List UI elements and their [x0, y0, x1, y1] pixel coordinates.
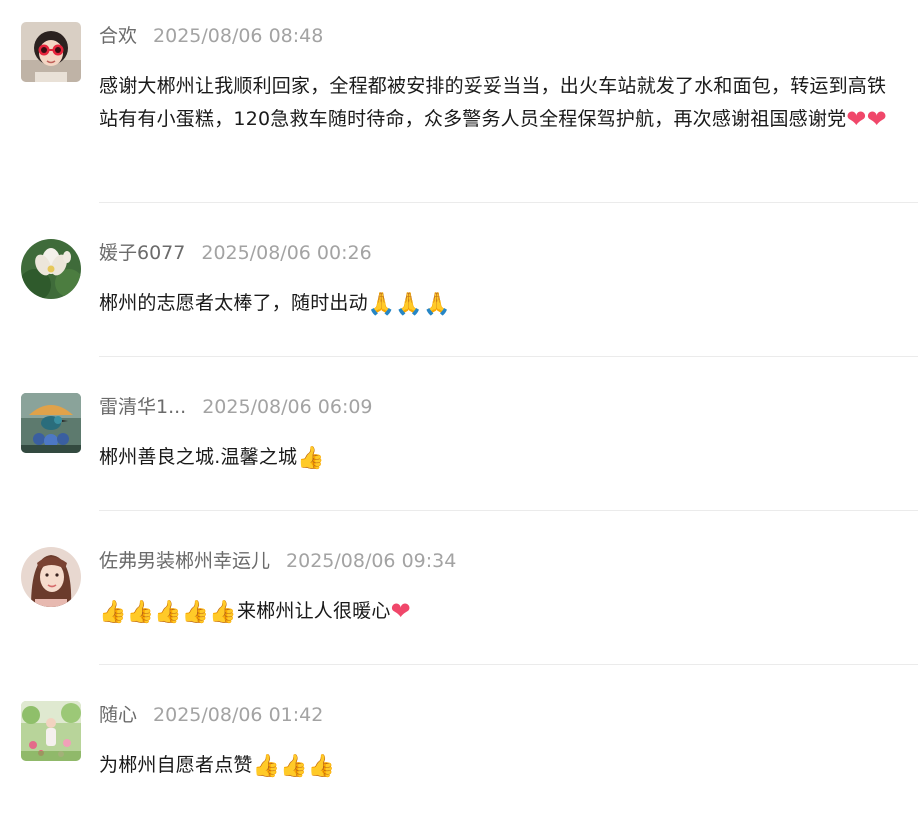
username[interactable]: 雷清华1... — [99, 396, 186, 418]
comment-text: 为郴州自愿者点赞👍👍👍 — [99, 749, 904, 784]
divider — [99, 510, 918, 511]
comment-meta: 随心 2025/08/06 01:42 — [99, 703, 323, 727]
comment-text: 感谢大郴州让我顺利回家，全程都被安排的妥妥当当，出火车站就发了水和面包，转运到高… — [99, 70, 904, 135]
comment-text: 郴州善良之城.温馨之城👍 — [99, 441, 904, 476]
timestamp: 2025/08/06 00:26 — [201, 242, 372, 264]
girl-sunglasses-avatar[interactable] — [21, 22, 81, 82]
thumbs-up-icon: 👍 — [99, 600, 127, 625]
timestamp: 2025/08/06 06:09 — [202, 396, 373, 418]
thumbs-up-icon: 👍 — [297, 446, 325, 471]
thumbs-up-icon: 👍 — [209, 600, 237, 625]
comment-body: 来郴州让人很暖心 — [236, 600, 391, 622]
comment-text: 郴州的志愿者太棒了，随时出动🙏🙏🙏 — [99, 287, 904, 322]
timestamp: 2025/08/06 09:34 — [286, 550, 457, 572]
comment-text: 👍👍👍👍👍来郴州让人很暖心❤ — [99, 595, 904, 630]
comment-body: 郴州善良之城.温馨之城 — [99, 446, 298, 468]
comment-meta: 合欢 2025/08/06 08:48 — [99, 24, 323, 48]
praying-hands-icon: 🙏 — [423, 292, 451, 317]
timestamp: 2025/08/06 01:42 — [153, 704, 324, 726]
username[interactable]: 佐弗男装郴州幸运儿 — [99, 550, 270, 572]
thumbs-up-icon: 👍 — [181, 600, 210, 625]
comment-body: 感谢大郴州让我顺利回家，全程都被安排的妥妥当当，出火车站就发了水和面包，转运到高… — [99, 75, 887, 130]
comment-meta: 雷清华1... 2025/08/06 06:09 — [99, 395, 373, 419]
username[interactable]: 随心 — [99, 704, 137, 726]
timestamp: 2025/08/06 08:48 — [153, 25, 324, 47]
thumbs-up-icon: 👍 — [307, 754, 336, 779]
divider — [99, 664, 918, 665]
thumbs-up-icon: 👍 — [280, 754, 308, 779]
comment-body: 为郴州自愿者点赞 — [99, 754, 253, 776]
woman-portrait-avatar[interactable] — [21, 547, 81, 607]
praying-hands-icon: 🙏 — [367, 292, 396, 317]
thumbs-up-icon: 👍 — [126, 600, 155, 625]
heart-icon: ❤ — [866, 104, 887, 133]
praying-hands-icon: 🙏 — [395, 292, 423, 317]
heart-icon: ❤ — [846, 104, 867, 133]
garden-photo-avatar[interactable] — [21, 701, 81, 761]
bird-avatar[interactable] — [21, 393, 81, 453]
heart-icon: ❤ — [390, 597, 411, 625]
divider — [99, 356, 918, 357]
comment-body: 郴州的志愿者太棒了，随时出动 — [99, 292, 368, 314]
username[interactable]: 媛子6077 — [99, 242, 185, 264]
divider — [99, 202, 918, 203]
username[interactable]: 合欢 — [99, 25, 137, 47]
thumbs-up-icon: 👍 — [154, 600, 182, 625]
comment-meta: 媛子6077 2025/08/06 00:26 — [99, 241, 372, 265]
comment-meta: 佐弗男装郴州幸运儿 2025/08/06 09:34 — [99, 549, 456, 573]
lotus-avatar[interactable] — [21, 239, 81, 299]
thumbs-up-icon: 👍 — [252, 754, 281, 779]
